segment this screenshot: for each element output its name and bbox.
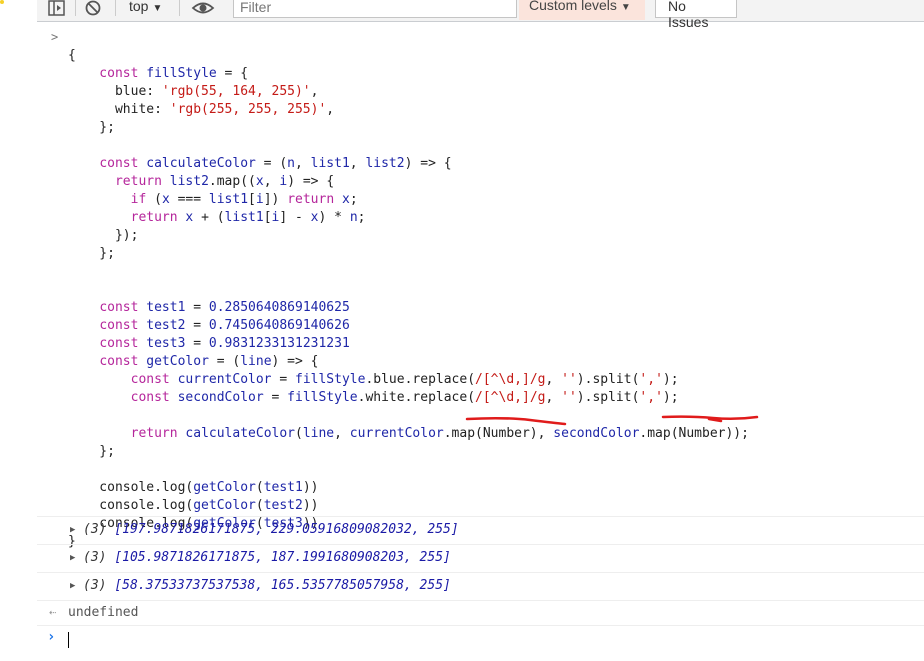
chevron-down-icon: ▼ — [620, 2, 631, 13]
array-preview: (3) [58.37533737537538, 165.535778505795… — [83, 578, 451, 593]
code-line: }; — [68, 120, 115, 135]
console-messages: > { const fillStyle = { blue: 'rgb(55, 1… — [37, 22, 924, 661]
partial-icon — [0, 0, 4, 4]
console-prompt[interactable]: › — [37, 625, 924, 656]
code-line: return list2.map((x, i) => { — [114, 174, 335, 189]
filter-input[interactable]: Filter — [233, 0, 517, 18]
log-result-row[interactable]: ▶ (3) [197.9871826171875, 229.0591680908… — [37, 516, 924, 545]
left-gutter — [0, 0, 37, 661]
expand-arrow-icon[interactable]: ▶ — [70, 553, 75, 563]
annotation-underline — [465, 416, 567, 426]
array-preview: (3) [105.9871826171875, 187.199168090820… — [83, 550, 451, 565]
expand-command-icon: > — [51, 30, 59, 44]
array-preview: (3) [197.9871826171875, 229.059168090820… — [83, 522, 459, 537]
expand-arrow-icon[interactable]: ▶ — [70, 581, 75, 591]
annotation-underline — [661, 415, 759, 423]
code-line: return x + (list1[i] - x) * n; — [130, 210, 366, 225]
code-line: const test2 = 0.7450640869140626 — [99, 318, 350, 333]
code-line: blue: 'rgb(55, 164, 255)', — [68, 84, 319, 99]
log-result-row[interactable]: ▶ (3) [105.9871826171875, 187.1991680908… — [37, 544, 924, 573]
sidebar-toggle-icon[interactable] — [47, 0, 67, 18]
code-line: { — [68, 48, 76, 63]
code-block[interactable]: { const fillStyle = { blue: 'rgb(55, 164… — [68, 29, 749, 551]
code-line: if (x === list1[i]) return x; — [130, 192, 358, 207]
code-line: const test1 = 0.2850640869140625 — [99, 300, 350, 315]
code-line: return calculateColor(line, currentColor… — [130, 426, 749, 441]
issues-button[interactable]: No Issues — [655, 0, 737, 30]
code-line: }; — [68, 444, 115, 459]
code-line: }); — [68, 228, 139, 243]
code-line: console.log(getColor(test1)) — [68, 480, 319, 495]
clear-console-icon[interactable] — [84, 0, 102, 18]
code-line: const test3 = 0.9831233131231231 — [99, 336, 350, 351]
text-caret — [68, 632, 69, 648]
eye-icon[interactable] — [191, 0, 215, 18]
expand-arrow-icon[interactable]: ▶ — [70, 525, 75, 535]
return-value-row: ⇠ undefined — [37, 600, 924, 626]
context-label: top — [129, 0, 149, 14]
code-line: const getColor = (line) => { — [99, 354, 319, 369]
console-toolbar: top ▼ Filter Custom levels ▼ No Issues — [37, 0, 924, 30]
code-line: const fillStyle = { — [68, 66, 249, 81]
code-line: }; — [68, 246, 115, 261]
levels-label: Custom levels — [529, 0, 617, 13]
return-value: undefined — [68, 605, 139, 620]
return-arrow-icon: ⇠ — [49, 605, 57, 619]
code-line: const calculateColor = (n, list1, list2)… — [99, 156, 452, 171]
code-line: const secondColor = fillStyle.white.repl… — [130, 390, 679, 405]
context-selector[interactable]: top ▼ — [129, 0, 162, 14]
code-line: white: 'rgb(255, 255, 255)', — [68, 102, 335, 117]
command-entry: > { const fillStyle = { blue: 'rgb(55, 1… — [37, 22, 924, 549]
code-line: const currentColor = fillStyle.blue.repl… — [130, 372, 679, 387]
log-result-row[interactable]: ▶ (3) [58.37533737537538, 165.5357785057… — [37, 572, 924, 601]
code-line: console.log(getColor(test2)) — [68, 498, 319, 513]
prompt-chevron-icon: › — [47, 629, 56, 645]
chevron-down-icon: ▼ — [152, 3, 163, 14]
log-levels-dropdown[interactable]: Custom levels ▼ — [519, 0, 645, 20]
